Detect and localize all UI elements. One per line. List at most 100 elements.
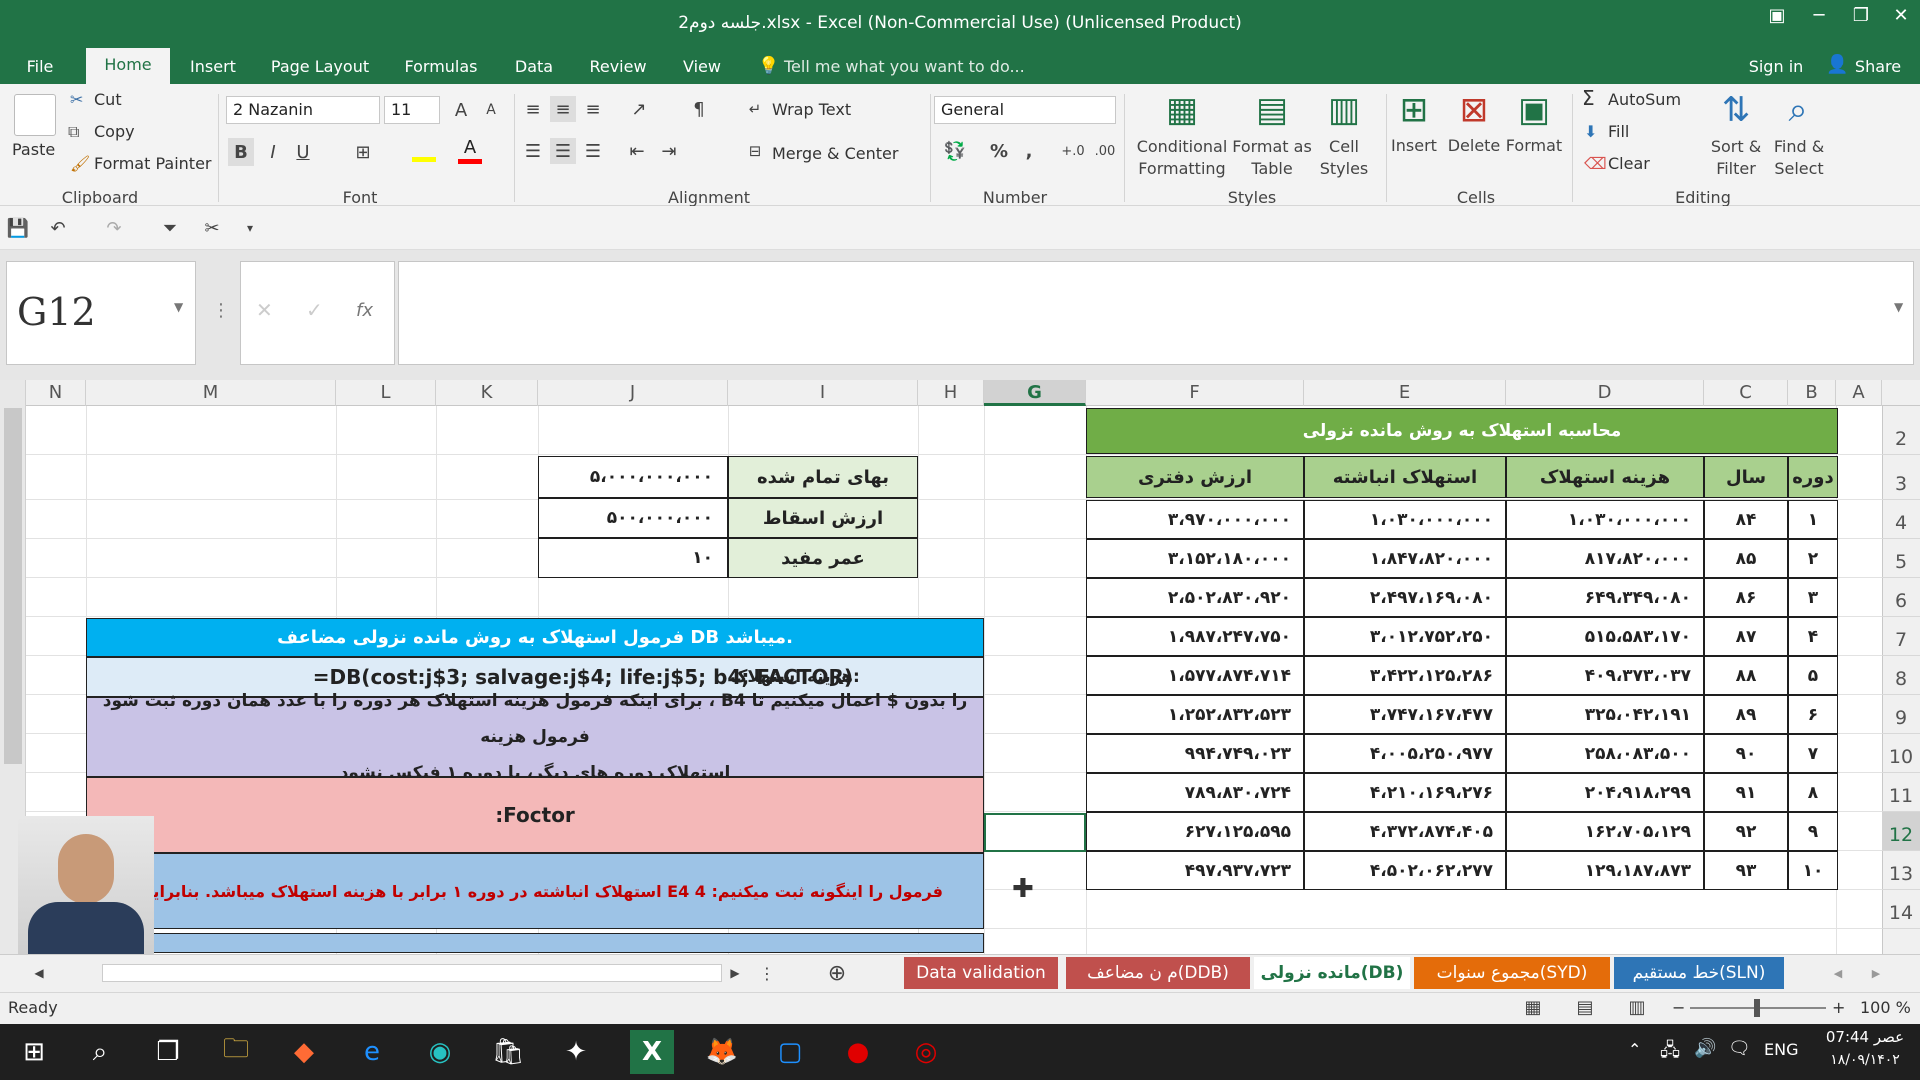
cut-button[interactable]: Cut [94, 90, 122, 110]
store-icon[interactable]: 🛍 [486, 1030, 530, 1074]
file-explorer-icon[interactable]: 🗀 [214, 1030, 258, 1074]
cell-accumulated[interactable]: ۱،۸۴۷،۸۲۰،۰۰۰ [1304, 539, 1506, 578]
tab-file[interactable]: File [16, 52, 64, 82]
add-sheet-icon[interactable]: ⊕ [822, 958, 852, 988]
cell-period[interactable]: ۲ [1788, 539, 1838, 578]
cell-period[interactable]: ۸ [1788, 773, 1838, 812]
fill-color-icon[interactable] [412, 142, 436, 162]
col-N[interactable]: N [26, 380, 86, 406]
col-A[interactable]: A [1836, 380, 1882, 406]
cell-expense[interactable]: ۵۱۵،۵۸۳،۱۷۰ [1506, 617, 1704, 656]
cell-book-value[interactable]: ۱،۹۸۷،۲۴۷،۷۵۰ [1086, 617, 1304, 656]
tool-icon[interactable]: ✦ [554, 1030, 598, 1074]
sheet-tab-ddb[interactable]: م ن مضاعف(DDB) [1066, 957, 1250, 989]
cell-accumulated[interactable]: ۴،۰۰۵،۲۵۰،۹۷۷ [1304, 734, 1506, 773]
tab-home[interactable]: Home [86, 48, 170, 84]
task-view-icon[interactable]: ❐ [146, 1030, 190, 1074]
cell-year[interactable]: ۸۷ [1704, 617, 1788, 656]
record-icon[interactable]: ● [836, 1030, 880, 1074]
col-M[interactable]: M [86, 380, 336, 406]
cell-book-value[interactable]: ۲،۵۰۲،۸۳۰،۹۲۰ [1086, 578, 1304, 617]
row-11[interactable]: 11 [1882, 773, 1920, 812]
copy-button[interactable]: Copy [94, 122, 135, 142]
cell-period[interactable]: ۷ [1788, 734, 1838, 773]
edge-legacy-icon[interactable]: e [350, 1030, 394, 1074]
cell-year[interactable]: ۹۰ [1704, 734, 1788, 773]
row-14[interactable]: 14 [1882, 890, 1920, 929]
col-D[interactable]: D [1506, 380, 1704, 406]
align-right-icon[interactable]: ☰ [580, 138, 606, 164]
cell-year[interactable]: ۸۸ [1704, 656, 1788, 695]
cell-expense[interactable]: ۲۰۴،۹۱۸،۲۹۹ [1506, 773, 1704, 812]
cell-accumulated[interactable]: ۲،۴۹۷،۱۶۹،۰۸۰ [1304, 578, 1506, 617]
borders-icon[interactable]: ⊞ [350, 138, 376, 166]
autosum-button[interactable]: AutoSum [1608, 90, 1681, 110]
align-top-icon[interactable]: ≡ [520, 96, 546, 122]
number-format-dropdown[interactable]: General [934, 96, 1116, 124]
cell-year[interactable]: ۸۵ [1704, 539, 1788, 578]
cell-period[interactable]: ۱۰ [1788, 851, 1838, 890]
cell-accumulated[interactable]: ۳،۴۲۲،۱۲۵،۲۸۶ [1304, 656, 1506, 695]
sheet-tab-syd[interactable]: مجموع سنوات(SYD) [1414, 957, 1610, 989]
row-10[interactable]: 10 [1882, 734, 1920, 773]
cell-expense[interactable]: ۱۲۹،۱۸۷،۸۷۳ [1506, 851, 1704, 890]
decrease-indent-icon[interactable]: ⇤ [624, 138, 650, 164]
formula-input[interactable] [398, 261, 1914, 365]
col-H[interactable]: H [918, 380, 984, 406]
cell-year[interactable]: ۹۳ [1704, 851, 1788, 890]
text-direction-icon[interactable]: ¶ [684, 96, 714, 122]
cell-book-value[interactable]: ۴۹۷،۹۳۷،۷۲۳ [1086, 851, 1304, 890]
scroll-left-icon[interactable]: ◀ [26, 960, 52, 986]
clear-button[interactable]: Clear [1608, 154, 1650, 174]
row-3[interactable]: 3 [1882, 461, 1920, 500]
row-12[interactable]: 12 [1882, 812, 1920, 851]
expand-formula-icon[interactable]: ▼ [1894, 300, 1903, 314]
font-size-dropdown[interactable]: 11 [384, 96, 440, 124]
shrink-font-icon[interactable]: A [478, 96, 504, 124]
selected-cell[interactable] [984, 813, 1086, 852]
value-cost[interactable]: ۵،۰۰۰،۰۰۰،۰۰۰ [538, 456, 728, 498]
cell-expense[interactable]: ۶۴۹،۳۴۹،۰۸۰ [1506, 578, 1704, 617]
col-L[interactable]: L [336, 380, 436, 406]
name-box[interactable]: G12 [6, 261, 196, 365]
docs-icon[interactable]: ▢ [768, 1030, 812, 1074]
page-layout-view-icon[interactable]: ▤ [1572, 994, 1598, 1020]
page-break-view-icon[interactable]: ▥ [1624, 994, 1650, 1020]
save-icon[interactable]: 💾 [4, 214, 32, 242]
sheet-tab-data-validation[interactable]: Data validation [904, 957, 1058, 989]
row-8[interactable]: 8 [1882, 656, 1920, 695]
tab-scroll-right-icon[interactable]: ▶ [1866, 960, 1886, 986]
find-select-button[interactable]: Find & Select [1768, 136, 1830, 180]
fill-button[interactable]: Fill [1608, 122, 1629, 142]
cell-year[interactable]: ۸۹ [1704, 695, 1788, 734]
font-color-icon[interactable]: A [458, 136, 482, 164]
clock-time[interactable]: 07:44 عصر [1820, 1028, 1910, 1046]
sort-filter-button[interactable]: Sort & Filter [1706, 136, 1766, 180]
windows-start-icon[interactable]: ⊞ [12, 1030, 56, 1074]
col-I[interactable]: I [728, 380, 918, 406]
italic-button[interactable]: I [260, 138, 286, 166]
more-tabs-icon[interactable]: ⋮ [759, 960, 775, 986]
format-painter-button[interactable]: Format Painter [94, 154, 211, 174]
sign-in-link[interactable]: Sign in [1746, 52, 1806, 82]
cell-accumulated[interactable]: ۴،۵۰۲،۰۶۲،۲۷۷ [1304, 851, 1506, 890]
app-icon[interactable]: ◆ [282, 1030, 326, 1074]
align-middle-icon[interactable]: ≡ [550, 96, 576, 122]
cell-book-value[interactable]: ۳،۹۷۰،۰۰۰،۰۰۰ [1086, 500, 1304, 539]
cell-year[interactable]: ۹۲ [1704, 812, 1788, 851]
cell-expense[interactable]: ۴۰۹،۳۷۳،۰۳۷ [1506, 656, 1704, 695]
cell-accumulated[interactable]: ۳،۰۱۲،۷۵۲،۲۵۰ [1304, 617, 1506, 656]
wrap-text-button[interactable]: Wrap Text [772, 100, 851, 120]
firefox-icon[interactable]: 🦊 [700, 1030, 744, 1074]
format-cells-button[interactable]: Format [1504, 136, 1564, 156]
cut-qat-icon[interactable]: ✂ [198, 214, 226, 242]
tab-view[interactable]: View [680, 52, 724, 82]
col-K[interactable]: K [436, 380, 538, 406]
row-2[interactable]: 2 [1882, 416, 1920, 455]
cell-book-value[interactable]: ۱،۲۵۲،۸۳۲،۵۲۳ [1086, 695, 1304, 734]
cell-period[interactable]: ۶ [1788, 695, 1838, 734]
cell-styles-button[interactable]: Cell Styles [1312, 136, 1376, 180]
value-life[interactable]: ۱۰ [538, 538, 728, 578]
format-as-table-button[interactable]: Format as Table [1232, 136, 1312, 180]
font-name-dropdown[interactable]: 2 Nazanin [226, 96, 380, 124]
